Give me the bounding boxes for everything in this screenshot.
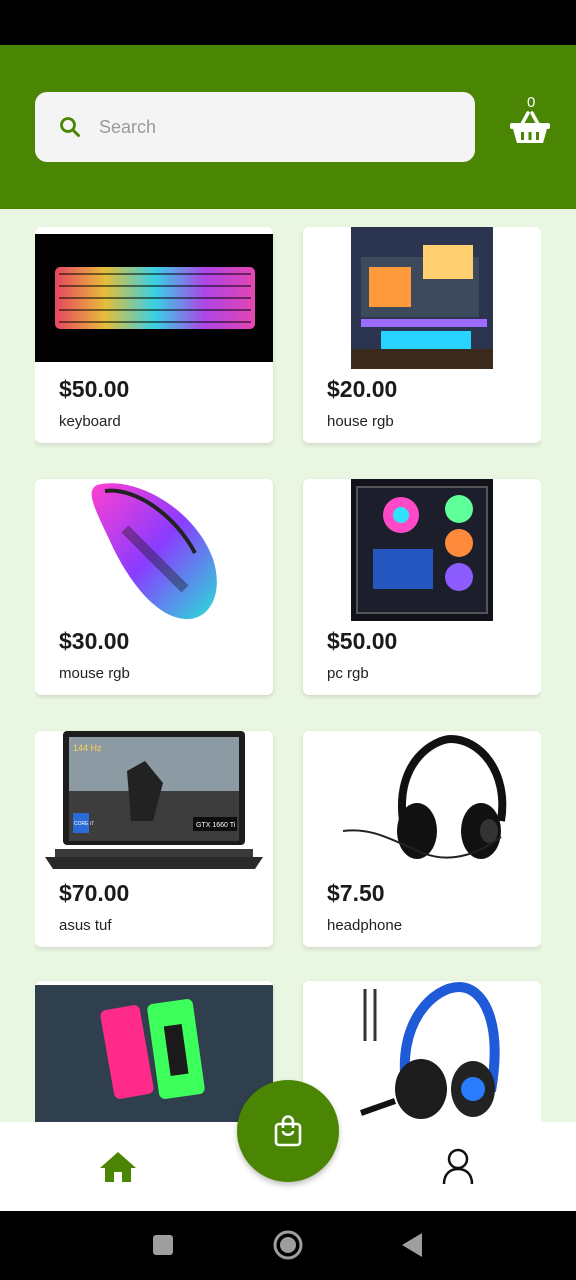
user-icon: [442, 1148, 474, 1185]
product-name: headphone: [327, 917, 403, 934]
system-home-button[interactable]: [272, 1229, 304, 1266]
recent-apps-button[interactable]: [152, 1234, 174, 1261]
cart-fab-button[interactable]: [237, 1080, 339, 1182]
product-card[interactable]: $7.50 headphone: [303, 731, 541, 947]
product-image: [35, 981, 273, 1122]
product-image: [303, 479, 541, 621]
back-triangle-icon: [402, 1233, 422, 1257]
product-name: house rgb: [327, 413, 394, 430]
product-image: [303, 981, 541, 1122]
cart-button[interactable]: 0: [505, 92, 557, 148]
header: 0: [0, 45, 576, 209]
product-card[interactable]: $20.00 house rgb: [303, 227, 541, 443]
product-price: $7.50: [327, 880, 385, 906]
laptop-refresh-label: 144 Hz: [73, 743, 102, 753]
laptop-cpu-label: CORE i7: [74, 821, 94, 827]
product-price: $20.00: [327, 376, 398, 402]
product-card[interactable]: [303, 981, 541, 1122]
product-name: mouse rgb: [59, 665, 130, 682]
product-card[interactable]: [35, 981, 273, 1122]
recent-apps-icon: [153, 1235, 173, 1255]
nav-home-button[interactable]: [98, 1150, 138, 1184]
product-card[interactable]: $50.00 keyboard: [35, 227, 273, 443]
basket-icon: [510, 111, 550, 143]
home-icon: [100, 1152, 136, 1182]
system-back-button[interactable]: [400, 1232, 424, 1263]
product-price: $70.00: [59, 880, 130, 906]
search-input[interactable]: [99, 116, 459, 138]
product-card[interactable]: $30.00 mouse rgb: [35, 479, 273, 695]
product-name: keyboard: [59, 413, 121, 430]
laptop-gpu-label: GTX 1660 Ti: [196, 822, 236, 829]
search-icon: [47, 116, 93, 138]
product-card[interactable]: $50.00 pc rgb: [303, 479, 541, 695]
product-price: $30.00: [59, 628, 130, 654]
search-bar[interactable]: [35, 92, 475, 162]
status-bar: [0, 0, 576, 45]
product-image: [35, 479, 273, 621]
product-name: asus tuf: [59, 917, 112, 934]
product-grid: $50.00 keyboard $20.00 house rgb $30.00 …: [35, 227, 541, 1122]
product-image: [303, 731, 541, 873]
product-card[interactable]: 144 Hz GTX 1660 Ti CORE i7 $70.00 asus t…: [35, 731, 273, 947]
product-price: $50.00: [327, 628, 398, 654]
product-image: [35, 227, 273, 369]
nav-profile-button[interactable]: [440, 1148, 476, 1186]
cart-count: 0: [527, 94, 536, 111]
system-nav-bar: [0, 1211, 576, 1280]
shopping-bag-icon: [274, 1115, 302, 1147]
product-name: pc rgb: [327, 665, 369, 682]
product-image: 144 Hz GTX 1660 Ti CORE i7: [35, 731, 273, 873]
product-image: [303, 227, 541, 369]
home-circle-icon: [273, 1230, 303, 1260]
product-price: $50.00: [59, 376, 130, 402]
